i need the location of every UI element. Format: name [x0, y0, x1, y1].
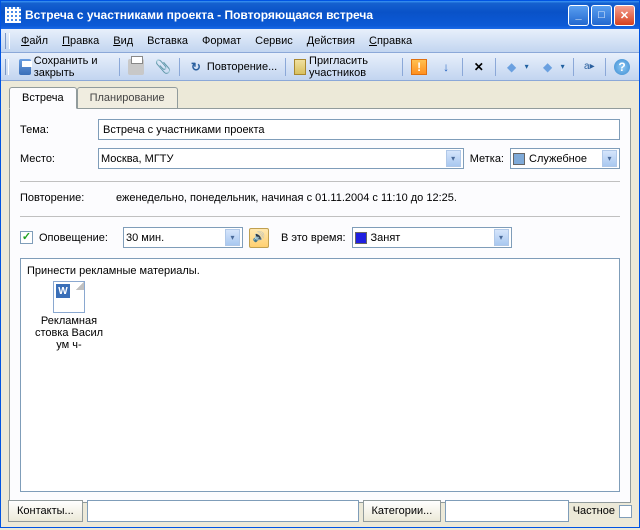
chevron-down-icon: ▾	[602, 150, 617, 167]
reminder-sound-button[interactable]: 🔊	[249, 228, 269, 248]
notes-area[interactable]: Принести рекламные материалы. Рекламная …	[20, 258, 620, 492]
chevron-down-icon: ▾	[494, 229, 509, 246]
reminder-value: 30 мин.	[126, 232, 164, 244]
chevron-down-icon: ▾	[225, 229, 240, 246]
showas-select[interactable]: Занят ▾	[352, 227, 512, 248]
menu-tools[interactable]: Сервис	[248, 32, 300, 50]
exclamation-icon: !	[411, 59, 427, 75]
reminder-checkbox[interactable]	[20, 231, 33, 244]
private-checkbox[interactable]	[619, 505, 632, 518]
help-icon: ?	[614, 59, 630, 75]
recurrence-icon: ↻	[188, 59, 204, 75]
menu-format[interactable]: Формат	[195, 32, 248, 50]
titlebar[interactable]: Встреча с участниками проекта - Повторяю…	[1, 1, 639, 29]
menubar: Файл Правка Вид Вставка Формат Сервис Де…	[1, 29, 639, 53]
notes-text: Принести рекламные материалы.	[27, 265, 613, 277]
font-icon	[581, 59, 597, 75]
location-label: Место:	[20, 153, 92, 165]
word-doc-icon	[53, 281, 85, 313]
help-button[interactable]: ?	[609, 56, 635, 78]
label-value: Служебное	[529, 153, 587, 165]
categories-button[interactable]: Категории...	[363, 500, 442, 522]
attachment[interactable]: Рекламная стовка Васил ум ч-	[27, 281, 111, 351]
importance-high-button[interactable]: !	[406, 56, 432, 78]
showas-value: Занят	[371, 232, 401, 244]
paperclip-icon	[155, 59, 171, 75]
tab-appointment[interactable]: Встреча	[9, 87, 77, 109]
app-icon	[5, 7, 21, 23]
prev-icon: ◆	[504, 59, 520, 75]
next-icon: ◆	[540, 59, 556, 75]
recurrence-desc-label: Повторение:	[20, 192, 110, 204]
reminder-select[interactable]: 30 мин. ▾	[123, 227, 243, 248]
menu-view[interactable]: Вид	[106, 32, 140, 50]
chevron-down-icon: ▾	[561, 62, 565, 71]
save-icon	[19, 59, 31, 75]
toolbar-grip[interactable]	[5, 59, 9, 75]
categories-input[interactable]	[445, 500, 568, 522]
label-select[interactable]: Служебное ▾	[510, 148, 620, 169]
bottom-bar: Контакты... Категории... Частное	[8, 500, 632, 522]
private-label: Частное	[573, 505, 615, 517]
print-button[interactable]	[123, 56, 149, 78]
menu-actions[interactable]: Действия	[300, 32, 362, 50]
font-button[interactable]	[576, 56, 602, 78]
menu-file[interactable]: Файл	[14, 32, 55, 50]
down-arrow-icon: ↓	[438, 59, 454, 75]
importance-low-button[interactable]: ↓	[433, 56, 459, 78]
subject-label: Тема:	[20, 124, 92, 136]
reminder-label: Оповещение:	[39, 232, 117, 244]
print-icon	[128, 59, 144, 75]
delete-button[interactable]: ✕	[466, 56, 492, 78]
attachment-name: Рекламная стовка Васил ум ч-	[27, 315, 111, 351]
toolbar: Сохранить и закрыть ↻ Повторение... Приг…	[1, 53, 639, 81]
prev-button[interactable]: ◆▾	[499, 56, 534, 78]
save-close-button[interactable]: Сохранить и закрыть	[14, 56, 116, 78]
contacts-input[interactable]	[87, 500, 359, 522]
menu-edit[interactable]: Правка	[55, 32, 106, 50]
chevron-down-icon: ▾	[525, 62, 529, 71]
minimize-button[interactable]: _	[568, 5, 589, 26]
form-panel: Тема: Место: Москва, МГТУ ▾ Метка: Служе…	[9, 108, 631, 503]
showas-label: В это время:	[281, 232, 346, 244]
recurrence-label: Повторение...	[207, 61, 277, 73]
close-button[interactable]: ✕	[614, 5, 635, 26]
attach-button[interactable]	[150, 56, 176, 78]
recurrence-button[interactable]: ↻ Повторение...	[183, 56, 282, 78]
x-icon: ✕	[471, 59, 487, 75]
busy-swatch	[355, 232, 367, 244]
window: Встреча с участниками проекта - Повторяю…	[0, 0, 640, 528]
invite-button[interactable]: Пригласить участников	[289, 56, 399, 78]
contacts-button[interactable]: Контакты...	[8, 500, 83, 522]
subject-input[interactable]	[98, 119, 620, 140]
save-close-label: Сохранить и закрыть	[34, 55, 112, 79]
recurrence-text: еженедельно, понедельник, начиная с 01.1…	[116, 192, 457, 204]
location-value: Москва, МГТУ	[101, 153, 174, 165]
window-title: Встреча с участниками проекта - Повторяю…	[25, 8, 568, 22]
chevron-down-icon: ▾	[446, 150, 461, 167]
maximize-button[interactable]: □	[591, 5, 612, 26]
next-button[interactable]: ◆▾	[535, 56, 570, 78]
location-select[interactable]: Москва, МГТУ ▾	[98, 148, 464, 169]
tab-scheduling[interactable]: Планирование	[77, 87, 178, 108]
invite-label: Пригласить участников	[309, 55, 394, 79]
label-swatch	[513, 153, 525, 165]
menu-insert[interactable]: Вставка	[140, 32, 195, 50]
tabs: Встреча Планирование	[1, 81, 639, 108]
label-label: Метка:	[470, 153, 504, 165]
menu-grip[interactable]	[5, 33, 10, 49]
menu-help[interactable]: Справка	[362, 32, 419, 50]
invite-icon	[294, 59, 306, 75]
